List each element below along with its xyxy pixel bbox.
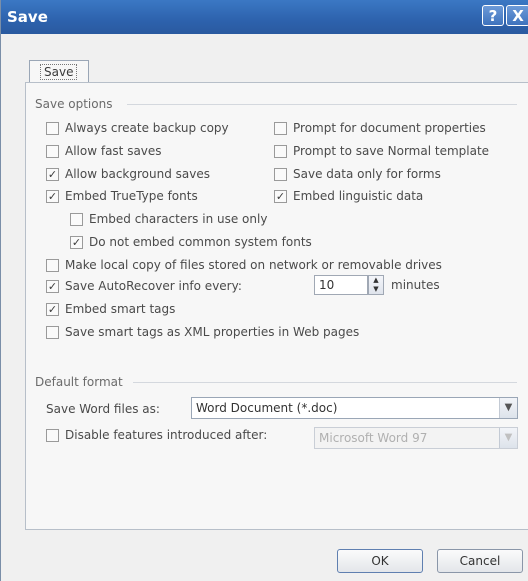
- checkbox-label: Embed TrueType fonts: [65, 189, 198, 203]
- chevron-down-icon: ▼: [499, 428, 517, 448]
- tab-save[interactable]: Save: [29, 60, 89, 82]
- ok-button[interactable]: OK: [337, 549, 423, 573]
- chevron-down-icon[interactable]: ▼: [369, 285, 383, 294]
- default-format-heading: Default format: [35, 375, 123, 389]
- checkbox[interactable]: ✓: [46, 303, 59, 316]
- checkbox-label: Embed linguistic data: [293, 189, 424, 203]
- save-options-heading: Save options: [35, 97, 113, 111]
- checkbox-label: Save AutoRecover info every:: [65, 279, 242, 293]
- tab-save-label: Save: [40, 64, 78, 80]
- checkbox-label: Disable features introduced after:: [65, 428, 268, 442]
- checkbox[interactable]: [274, 122, 287, 135]
- disable-features-value: Microsoft Word 97: [319, 431, 428, 445]
- checkbox-label: Save data only for forms: [293, 167, 441, 181]
- checkbox-label: Do not embed common system fonts: [89, 235, 312, 249]
- checkbox[interactable]: [46, 145, 59, 158]
- default-format-divider: [133, 382, 517, 383]
- checkbox[interactable]: [274, 168, 287, 181]
- checkbox[interactable]: ✓: [274, 190, 287, 203]
- checkbox[interactable]: [274, 145, 287, 158]
- checkbox-label: Save smart tags as XML properties in Web…: [65, 325, 360, 339]
- checkbox-label: Allow background saves: [65, 167, 210, 181]
- checkbox-label: Always create backup copy: [65, 121, 229, 135]
- checkbox-label: Embed smart tags: [65, 302, 176, 316]
- title-bar[interactable]: Save ? X: [1, 0, 528, 34]
- window-title: Save: [7, 8, 48, 26]
- save-options-divider: [127, 104, 517, 105]
- help-button[interactable]: ?: [482, 5, 504, 26]
- checkbox[interactable]: [46, 259, 59, 272]
- checkbox-label: Embed characters in use only: [89, 212, 268, 226]
- checkbox[interactable]: [46, 429, 59, 442]
- checkbox[interactable]: ✓: [46, 190, 59, 203]
- checkbox-label: Prompt for document properties: [293, 121, 486, 135]
- autorecover-minutes-input[interactable]: 10: [314, 275, 368, 295]
- chevron-up-icon[interactable]: ▲: [369, 276, 383, 285]
- checkbox[interactable]: ✓: [46, 280, 59, 293]
- cancel-button[interactable]: Cancel: [437, 549, 523, 573]
- checkbox-label: Prompt to save Normal template: [293, 144, 490, 158]
- checkbox[interactable]: ✓: [46, 168, 59, 181]
- checkbox-label: Allow fast saves: [65, 144, 162, 158]
- checkbox[interactable]: [46, 122, 59, 135]
- save-as-label: Save Word files as:: [46, 402, 160, 416]
- checkbox[interactable]: [46, 326, 59, 339]
- autorecover-unit-label: minutes: [391, 278, 440, 292]
- save-as-select[interactable]: Word Document (*.doc) ▼: [191, 397, 518, 419]
- save-dialog: Save ? X Save Save options Always create…: [0, 0, 528, 581]
- checkbox[interactable]: [70, 213, 83, 226]
- checkbox-label: Make local copy of files stored on netwo…: [65, 258, 442, 272]
- chevron-down-icon[interactable]: ▼: [499, 398, 517, 418]
- autorecover-spinner[interactable]: ▲ ▼: [368, 275, 384, 295]
- checkbox[interactable]: ✓: [70, 236, 83, 249]
- save-as-value: Word Document (*.doc): [196, 401, 338, 415]
- close-button[interactable]: X: [506, 5, 528, 26]
- disable-features-select: Microsoft Word 97 ▼: [314, 427, 518, 449]
